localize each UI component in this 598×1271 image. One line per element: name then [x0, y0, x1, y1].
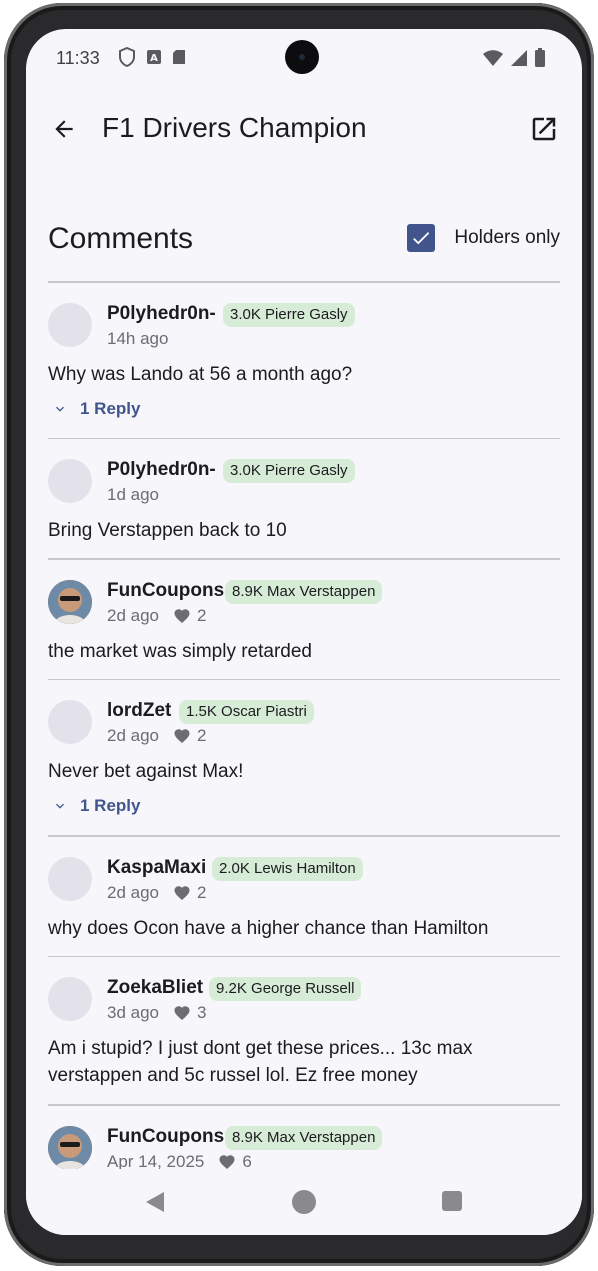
heart-icon [174, 885, 190, 900]
page-title: F1 Drivers Champion [102, 112, 367, 143]
comment-item: lordZet 1.5K Oscar Piastri 2d ago 2 Neve… [48, 680, 560, 835]
holding-badge: 3.0K Pierre Gasly [223, 302, 355, 327]
comment-time: 2d ago [107, 882, 159, 902]
comment-username[interactable]: FunCoupons [107, 1126, 224, 1148]
nav-back-button[interactable] [144, 1190, 166, 1219]
comment-username[interactable]: KaspaMaxi [107, 857, 206, 879]
comment-username[interactable]: lordZet [107, 700, 171, 722]
open-external-button[interactable] [526, 111, 562, 147]
comments-title: Comments [48, 222, 194, 255]
nav-recents-button[interactable] [442, 1191, 462, 1211]
back-button[interactable] [46, 111, 82, 147]
status-time: 11:33 [56, 48, 100, 68]
comment-item: KaspaMaxi 2.0K Lewis Hamilton 2d ago 2 w… [48, 837, 560, 956]
heart-icon [219, 1154, 235, 1169]
comment-text: Why was Lando at 56 a month ago? [48, 363, 353, 385]
heart-icon [174, 729, 190, 744]
holding-badge: 3.0K Pierre Gasly [223, 459, 355, 483]
shield-icon [118, 46, 136, 72]
like-count[interactable]: 2 [173, 606, 206, 626]
triangle-back-icon [146, 1192, 164, 1212]
svg-text:A: A [150, 53, 158, 64]
comment-meta: 14h ago [107, 329, 168, 349]
comment-list: P0lyhedr0n- 3.0K Pierre Gasly 14h ago Wh… [48, 281, 560, 1186]
avatar[interactable] [48, 1125, 92, 1170]
comment-username[interactable]: P0lyhedr0n- [107, 303, 216, 325]
nav-home-button[interactable] [292, 1190, 316, 1214]
holding-badge: 9.2K George Russell [209, 977, 362, 1001]
battery-icon [534, 48, 546, 73]
avatar[interactable] [48, 977, 92, 1021]
comment-username[interactable]: FunCoupons [107, 580, 224, 602]
like-count[interactable]: 2 [173, 883, 206, 903]
comment-time: 2d ago [107, 726, 159, 745]
sd-card-icon [172, 49, 186, 70]
status-bar: 11:33 A [26, 29, 582, 87]
replies-label: 1 Reply [80, 796, 141, 815]
check-icon [413, 232, 430, 245]
comment-time: 14h ago [107, 328, 169, 348]
chevron-down-icon [56, 406, 64, 412]
comment-time: 1d ago [107, 485, 159, 504]
heart-icon [174, 608, 190, 623]
comment-item: ZoekaBliet 9.2K George Russell 3d ago 3 … [48, 957, 560, 1104]
comment-text: the market was simply retarded [48, 640, 312, 662]
comment-text: Bring Verstappen back to 10 [48, 520, 287, 541]
chevron-down-icon [56, 803, 64, 809]
like-count[interactable]: 3 [173, 1003, 206, 1023]
comment-item: P0lyhedr0n- 3.0K Pierre Gasly 14h ago Wh… [48, 283, 560, 438]
comments-header: Comments Holders only [48, 219, 560, 263]
translate-icon: A [146, 49, 162, 70]
holding-badge: 1.5K Oscar Piastri [179, 700, 314, 724]
comment-text: Am i stupid? I just dont get these price… [48, 1038, 473, 1086]
avatar[interactable] [48, 459, 92, 503]
holding-badge: 2.0K Lewis Hamilton [212, 856, 363, 881]
comment-time: 3d ago [107, 1003, 159, 1022]
comment-item: P0lyhedr0n- 3.0K Pierre Gasly 1d ago Bri… [48, 439, 560, 558]
wifi-icon [482, 49, 504, 72]
holders-only-toggle[interactable]: Holders only [407, 224, 560, 252]
holders-only-checkbox[interactable] [407, 224, 436, 252]
comment-text: Never bet against Max! [48, 761, 244, 782]
avatar[interactable] [48, 302, 92, 347]
arrow-back-icon [55, 120, 73, 138]
comment-time: 2d ago [107, 605, 159, 625]
replies-toggle[interactable]: 1 Reply [52, 796, 140, 816]
comment-text: why does Ocon have a higher chance than … [48, 917, 489, 939]
replies-toggle[interactable]: 1 Reply [52, 399, 140, 419]
holding-badge: 8.9K Max Verstappen [225, 1125, 383, 1150]
phone-frame: 11:33 A F1 Drivers Champion Comments Hol… [4, 3, 594, 1266]
comment-item: FunCoupons 8.9K Max Verstappen 2d ago 2 … [48, 560, 560, 679]
comment-meta: 1d ago [107, 485, 159, 505]
holding-badge: 8.9K Max Verstappen [225, 579, 383, 604]
comment-meta: 2d ago 2 [107, 883, 206, 903]
comment-meta: 3d ago 3 [107, 1003, 206, 1023]
top-app-bar: F1 Drivers Champion [26, 95, 582, 165]
open-in-new-icon [532, 117, 556, 141]
holders-only-label: Holders only [454, 227, 560, 248]
avatar[interactable] [48, 856, 92, 901]
like-count[interactable]: 2 [173, 726, 206, 746]
screen: 11:33 A F1 Drivers Champion Comments Hol… [26, 29, 582, 1235]
signal-icon [510, 49, 528, 72]
comment-meta: 2d ago 2 [107, 606, 206, 626]
avatar[interactable] [48, 700, 92, 744]
comment-username[interactable]: P0lyhedr0n- [107, 459, 216, 481]
camera-cutout [285, 40, 319, 74]
replies-label: 1 Reply [80, 398, 141, 418]
system-nav-bar [26, 1169, 582, 1235]
heart-icon [174, 1006, 190, 1021]
avatar[interactable] [48, 579, 92, 624]
comment-meta: 2d ago 2 [107, 726, 206, 746]
comment-username[interactable]: ZoekaBliet [107, 977, 203, 999]
